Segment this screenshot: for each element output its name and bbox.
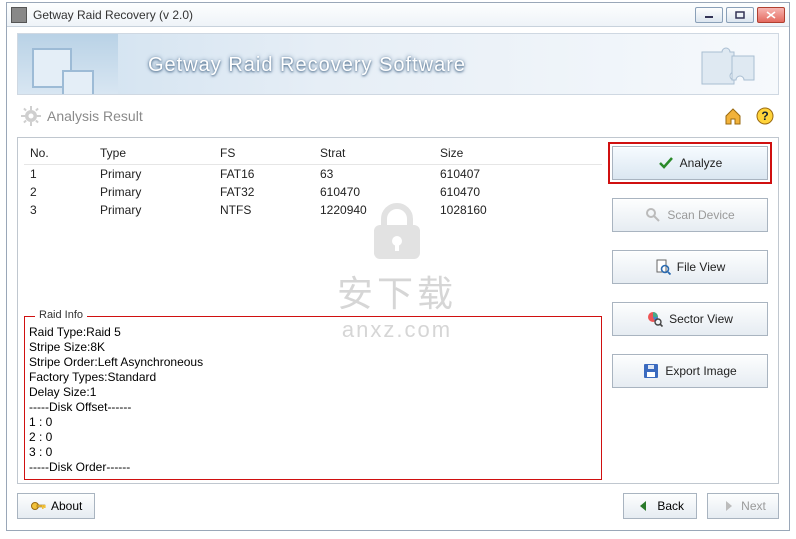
col-type: Type — [94, 142, 214, 165]
col-no: No. — [24, 142, 94, 165]
save-icon — [643, 363, 659, 379]
table-row[interactable]: 2 Primary FAT32 610470 610470 — [24, 183, 602, 201]
col-size: Size — [434, 142, 602, 165]
check-icon — [658, 155, 674, 171]
close-button[interactable] — [757, 7, 785, 23]
scan-device-button[interactable]: Scan Device — [612, 198, 768, 232]
content-area: Analysis Result ? No. Type — [17, 103, 779, 484]
search-icon — [645, 207, 661, 223]
table-row[interactable]: 3 Primary NTFS 1220940 1028160 — [24, 201, 602, 219]
bottom-bar: About Back Next — [17, 490, 779, 522]
file-view-button[interactable]: File View — [612, 250, 768, 284]
app-icon — [11, 7, 27, 23]
banner-decoration — [18, 34, 118, 94]
sector-view-button[interactable]: Sector View — [612, 302, 768, 336]
file-search-icon — [655, 259, 671, 275]
section-header: Analysis Result ? — [17, 103, 779, 129]
export-image-button[interactable]: Export Image — [612, 354, 768, 388]
back-button[interactable]: Back — [623, 493, 697, 519]
home-icon[interactable] — [723, 106, 743, 126]
banner: Getway Raid Recovery Software — [17, 33, 779, 95]
app-window: Getway Raid Recovery (v 2.0) Getway Raid… — [6, 2, 790, 531]
pie-search-icon — [647, 311, 663, 327]
window-title: Getway Raid Recovery (v 2.0) — [33, 8, 193, 22]
arrow-right-icon — [720, 498, 736, 514]
raid-info-panel: Raid Info Raid Type:Raid 5 Stripe Size:8… — [24, 316, 602, 480]
analyze-button[interactable]: Analyze — [612, 146, 768, 180]
titlebar: Getway Raid Recovery (v 2.0) — [7, 3, 789, 27]
sidebar-actions: Analyze Scan Device File View — [608, 138, 778, 483]
gear-icon — [21, 106, 41, 126]
col-fs: FS — [214, 142, 314, 165]
results-table: No. Type FS Strat Size 1 Primary FA — [24, 142, 602, 312]
main-frame: No. Type FS Strat Size 1 Primary FA — [17, 137, 779, 484]
table-row[interactable]: 1 Primary FAT16 63 610407 — [24, 165, 602, 184]
svg-text:?: ? — [761, 109, 768, 123]
minimize-button[interactable] — [695, 7, 723, 23]
raid-info-title: Raid Info — [35, 309, 87, 321]
banner-title: Getway Raid Recovery Software — [148, 54, 466, 77]
next-button[interactable]: Next — [707, 493, 779, 519]
section-title: Analysis Result — [47, 108, 143, 124]
puzzle-icon — [698, 42, 758, 88]
key-icon — [30, 498, 46, 514]
arrow-left-icon — [636, 498, 652, 514]
help-icon[interactable]: ? — [755, 106, 775, 126]
maximize-button[interactable] — [726, 7, 754, 23]
col-strat: Strat — [314, 142, 434, 165]
about-button[interactable]: About — [17, 493, 95, 519]
raid-info-text: Raid Type:Raid 5 Stripe Size:8K Stripe O… — [25, 317, 601, 479]
